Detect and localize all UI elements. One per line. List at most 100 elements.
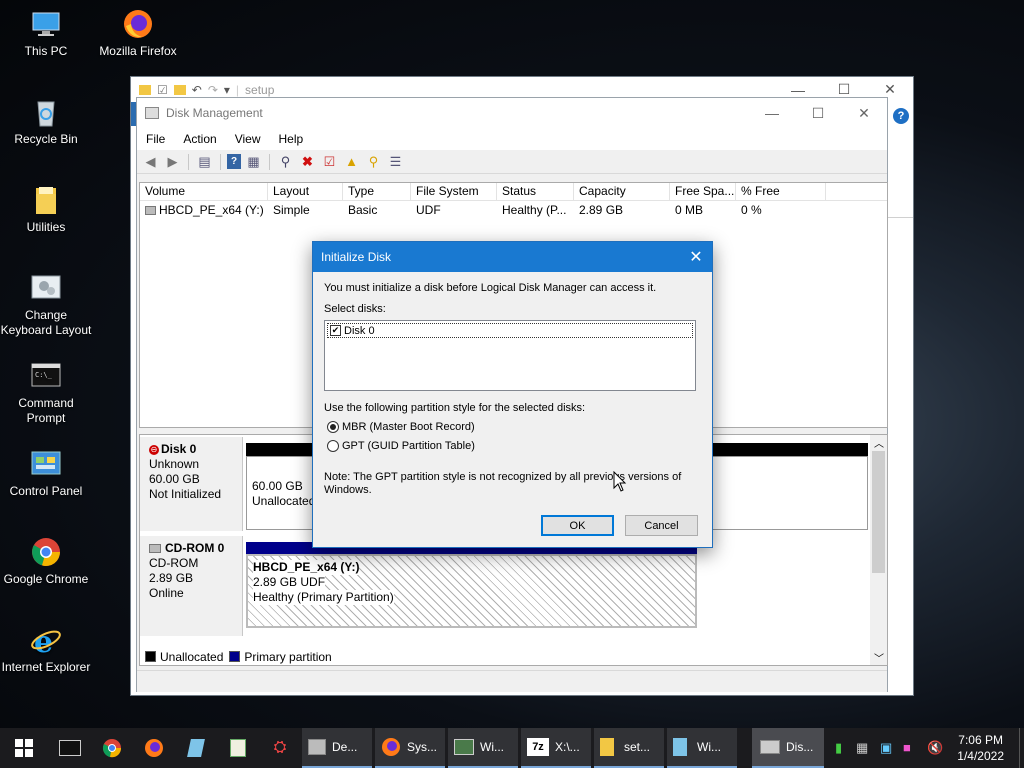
column-header[interactable]: Volume xyxy=(140,183,268,200)
radio-button[interactable] xyxy=(327,421,339,433)
show-hide-console-icon[interactable]: ▤ xyxy=(195,153,214,171)
desktop-icon-label: Google Chrome xyxy=(3,572,89,586)
back-icon[interactable]: ◀ xyxy=(141,153,160,171)
taskbar-app[interactable]: Dis... xyxy=(752,728,824,768)
maximize-button[interactable]: ☐ xyxy=(795,98,841,128)
menu-action[interactable]: Action xyxy=(174,132,225,146)
desktop-icon-label: Control Panel xyxy=(9,484,83,498)
desktop-icon-cmd[interactable]: C:\_ Command Prompt xyxy=(0,360,92,426)
cd-drive-icon xyxy=(145,205,156,215)
pinned-editor[interactable] xyxy=(218,728,258,768)
new-folder-icon[interactable] xyxy=(173,84,186,95)
undo-icon[interactable]: ↶ xyxy=(192,83,202,97)
cdrom-0-label[interactable]: CD-ROM 0 CD-ROM 2.89 GB Online xyxy=(140,536,243,636)
connect-icon[interactable]: ⚲ xyxy=(276,153,295,171)
volume-name: HBCD_PE_x64 (Y:) xyxy=(159,203,264,217)
desktop-icon-keyboard-layout[interactable]: Change Keyboard Layout xyxy=(0,272,92,338)
dialog-intro: You must initialize a disk before Logica… xyxy=(324,282,657,294)
menu-view[interactable]: View xyxy=(226,132,270,146)
check-icon[interactable]: ☑ xyxy=(320,153,339,171)
pinned-chrome[interactable] xyxy=(92,728,132,768)
radio-button[interactable] xyxy=(327,440,339,452)
help-icon[interactable]: ? xyxy=(893,108,909,124)
pinned-tool[interactable]: ⛭ xyxy=(260,728,300,768)
vertical-scrollbar[interactable]: ︿ ﹀ xyxy=(870,435,887,665)
desktop-icon-control-panel[interactable]: Control Panel xyxy=(0,448,92,499)
ie-icon: e xyxy=(30,624,62,660)
volume-muted-icon[interactable]: 🔇 xyxy=(927,740,943,756)
table-row[interactable]: HBCD_PE_x64 (Y:) Simple Basic UDF Health… xyxy=(140,201,887,219)
pinned-cmd[interactable] xyxy=(50,728,90,768)
delete-icon[interactable]: ✖ xyxy=(298,153,317,171)
taskbar-app[interactable]: Wi... xyxy=(448,728,518,768)
column-header[interactable]: % Free xyxy=(736,183,826,200)
disk-checkbox[interactable]: ✔ xyxy=(330,325,341,336)
gpt-radio[interactable]: GPT (GUID Partition Table) xyxy=(327,440,475,452)
column-header[interactable]: Capacity xyxy=(574,183,670,200)
desktop-icon-ie[interactable]: e Internet Explorer xyxy=(0,624,92,675)
dm-caption-buttons: — ☐ ✕ xyxy=(749,98,887,128)
column-header[interactable]: File System xyxy=(411,183,497,200)
dialog-title-bar: Initialize Disk ✕ xyxy=(313,242,712,272)
disk-management-icon xyxy=(145,107,159,119)
properties-icon[interactable]: ▦ xyxy=(244,153,263,171)
column-header[interactable]: Free Spa... xyxy=(670,183,736,200)
battery-icon[interactable]: ▮ xyxy=(835,740,842,756)
ok-button[interactable]: OK xyxy=(541,515,614,536)
menu-help[interactable]: Help xyxy=(270,132,313,146)
scroll-up-icon[interactable]: ︿ xyxy=(874,435,884,450)
column-header[interactable]: Status xyxy=(497,183,574,200)
open-folder-icon[interactable]: ▲ xyxy=(342,153,361,171)
windows-app-icon xyxy=(454,739,474,755)
desktop-icon-this-pc[interactable]: This PC xyxy=(0,8,92,59)
this-pc-icon xyxy=(30,8,62,40)
pinned-notepad[interactable] xyxy=(176,728,216,768)
minimize-button[interactable]: — xyxy=(749,98,795,128)
desktop-icon-firefox[interactable]: Mozilla Firefox xyxy=(92,8,184,59)
pinned-firefox[interactable] xyxy=(134,728,174,768)
desktop-icon-chrome[interactable]: Google Chrome xyxy=(0,536,92,587)
desktop-icon-recycle-bin[interactable]: Recycle Bin xyxy=(0,96,92,147)
firefox-icon xyxy=(122,8,154,40)
forward-icon[interactable]: ▶ xyxy=(163,153,182,171)
legend-swatch xyxy=(229,651,241,662)
close-icon[interactable]: ✕ xyxy=(680,242,712,272)
properties-icon[interactable]: ☑ xyxy=(157,83,168,97)
column-header[interactable]: Type xyxy=(343,183,411,200)
chrome-icon xyxy=(30,536,62,568)
taskbar-app[interactable]: De... xyxy=(302,728,372,768)
desktop-icon-label: Internet Explorer xyxy=(1,660,91,674)
cancel-button[interactable]: Cancel xyxy=(625,515,698,536)
taskbar-app[interactable]: Sys... xyxy=(375,728,445,768)
display-icon[interactable]: ▣ xyxy=(880,740,892,756)
desktop-icon-label: This PC xyxy=(24,44,68,58)
start-button[interactable] xyxy=(0,728,48,768)
keyboard-settings-icon xyxy=(30,272,62,304)
column-header[interactable]: Layout xyxy=(268,183,343,200)
close-button[interactable]: ✕ xyxy=(841,98,887,128)
list-view-icon[interactable]: ☰ xyxy=(386,153,405,171)
taskbar-app[interactable]: Wi... xyxy=(667,728,737,768)
scroll-thumb[interactable] xyxy=(872,451,885,573)
menu-file[interactable]: File xyxy=(137,132,174,146)
list-item[interactable]: ✔ Disk 0 xyxy=(327,323,693,338)
search-folder-icon[interactable]: ⚲ xyxy=(364,153,383,171)
disk-state: Not Initialized xyxy=(149,487,222,501)
help-icon[interactable]: ? xyxy=(227,154,241,169)
dropdown-arrow-icon[interactable]: ▾ xyxy=(224,83,230,97)
cdrom-partition[interactable]: HBCD_PE_x64 (Y:) 2.89 GB UDF Healthy (Pr… xyxy=(246,554,697,628)
scroll-down-icon[interactable]: ﹀ xyxy=(874,650,884,665)
menu-bar: File Action View Help xyxy=(137,128,887,150)
disk-listbox[interactable]: ✔ Disk 0 xyxy=(324,320,696,391)
network-icon[interactable]: ▦ xyxy=(856,740,868,756)
mbr-radio[interactable]: MBR (Master Boot Record) xyxy=(327,421,475,433)
show-desktop-button[interactable] xyxy=(1019,728,1024,768)
desktop-icon-utilities[interactable]: Utilities xyxy=(0,184,92,235)
taskbar-app[interactable]: 7z X:\... xyxy=(521,728,591,768)
taskbar-app[interactable]: set... xyxy=(594,728,664,768)
redo-icon[interactable]: ↷ xyxy=(208,83,218,97)
clock-date: 1/4/2022 xyxy=(957,749,1004,763)
color-icon[interactable]: ■ xyxy=(903,740,911,755)
disk-0-label[interactable]: ⊖ Disk 0 Unknown 60.00 GB Not Initialized xyxy=(140,437,243,531)
clock[interactable]: 7:06 PM 1/4/2022 xyxy=(957,732,1004,764)
